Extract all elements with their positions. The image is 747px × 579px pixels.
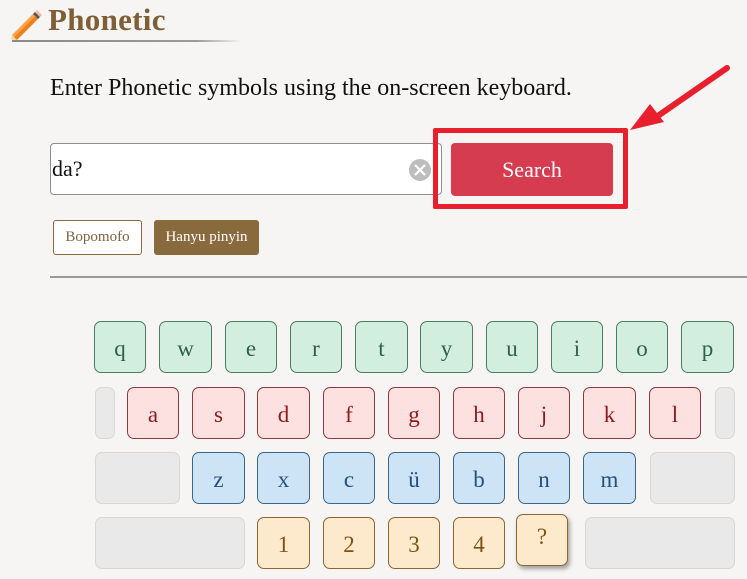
annotation-highlight-box bbox=[433, 128, 628, 209]
key-u[interactable]: u bbox=[486, 321, 538, 373]
clear-icon[interactable] bbox=[409, 159, 431, 181]
key-z[interactable]: z bbox=[192, 452, 245, 504]
instruction-text: Enter Phonetic symbols using the on-scre… bbox=[50, 75, 572, 101]
section-divider bbox=[50, 276, 747, 278]
key-k[interactable]: k bbox=[583, 387, 636, 439]
key-w[interactable]: w bbox=[159, 321, 212, 373]
key-wildcard[interactable]: ? bbox=[516, 514, 568, 566]
key-j[interactable]: j bbox=[518, 387, 570, 439]
key-p[interactable]: p bbox=[681, 321, 734, 373]
key-n[interactable]: n bbox=[518, 452, 570, 504]
key-blank-right-xwide bbox=[585, 517, 735, 569]
key-g[interactable]: g bbox=[388, 387, 440, 439]
key-u-umlaut[interactable]: ü bbox=[388, 452, 440, 504]
key-x[interactable]: x bbox=[257, 452, 310, 504]
search-input[interactable] bbox=[52, 144, 402, 194]
key-e[interactable]: e bbox=[225, 321, 277, 373]
key-tone-3[interactable]: 3 bbox=[388, 517, 440, 569]
key-s[interactable]: s bbox=[192, 387, 245, 439]
key-f[interactable]: f bbox=[323, 387, 375, 439]
key-y[interactable]: y bbox=[420, 321, 473, 373]
key-d[interactable]: d bbox=[257, 387, 310, 439]
key-h[interactable]: h bbox=[453, 387, 505, 439]
key-r[interactable]: r bbox=[290, 321, 342, 373]
key-o[interactable]: o bbox=[616, 321, 668, 373]
key-a[interactable]: a bbox=[127, 387, 179, 439]
key-m[interactable]: m bbox=[583, 452, 636, 504]
page-title: Phonetic bbox=[48, 2, 166, 37]
key-tone-1[interactable]: 1 bbox=[257, 517, 310, 569]
key-blank-right-wide bbox=[650, 452, 735, 504]
key-b[interactable]: b bbox=[453, 452, 505, 504]
key-blank-left bbox=[95, 387, 115, 439]
title-underline bbox=[12, 40, 242, 42]
bopomofo-mode-button[interactable]: Bopomofo bbox=[53, 220, 142, 255]
key-i[interactable]: i bbox=[551, 321, 603, 373]
key-t[interactable]: t bbox=[355, 321, 408, 373]
key-l[interactable]: l bbox=[649, 387, 701, 439]
key-blank-left-xwide bbox=[95, 517, 245, 569]
annotation-arrow-icon bbox=[600, 60, 740, 140]
key-q[interactable]: q bbox=[94, 321, 146, 373]
search-field[interactable] bbox=[50, 143, 442, 195]
hanyu-pinyin-mode-button[interactable]: Hanyu pinyin bbox=[154, 220, 259, 255]
key-c[interactable]: c bbox=[323, 452, 375, 504]
key-tone-4[interactable]: 4 bbox=[453, 517, 505, 569]
pencil-icon bbox=[8, 6, 44, 42]
key-blank-right bbox=[715, 387, 735, 439]
key-blank-left-wide bbox=[95, 452, 180, 504]
key-tone-2[interactable]: 2 bbox=[323, 517, 375, 569]
